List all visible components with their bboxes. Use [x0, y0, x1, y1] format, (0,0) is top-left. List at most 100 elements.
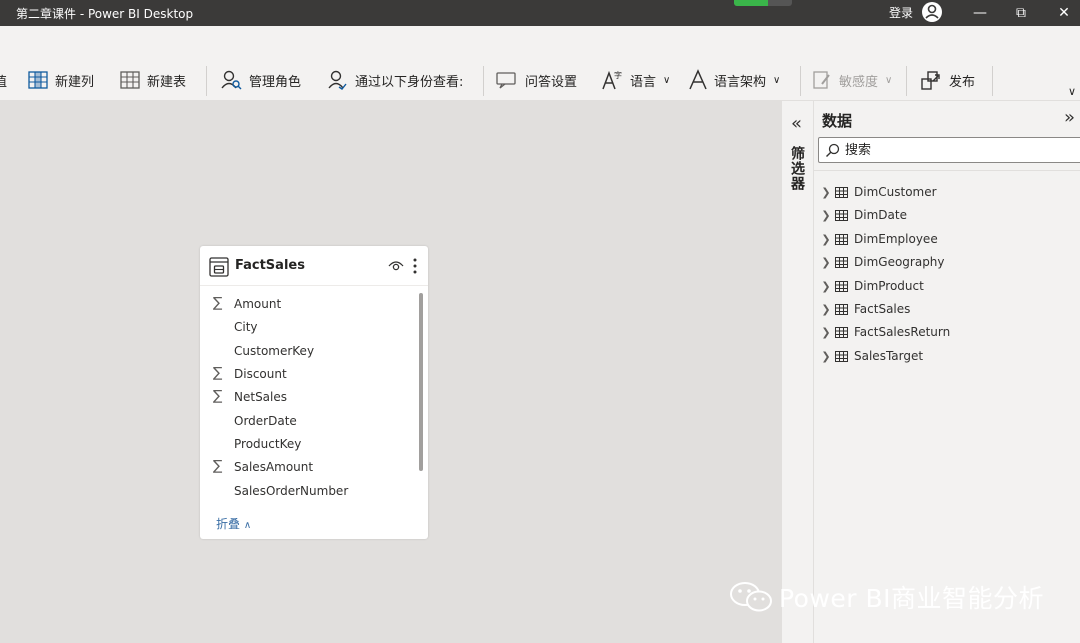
- chevron-right-icon[interactable]: ❯: [820, 280, 832, 293]
- table-icon: [209, 257, 229, 277]
- minimize-button[interactable]: —: [962, 0, 998, 26]
- table-grid-icon: [835, 233, 848, 245]
- close-button[interactable]: ✕: [1046, 0, 1080, 26]
- chevron-right-icon[interactable]: ❯: [820, 186, 832, 199]
- table-list-item[interactable]: ❯ DimDate: [820, 204, 1070, 226]
- field-row[interactable]: ProductKey: [200, 433, 420, 456]
- table-grid-icon: [835, 186, 848, 198]
- table-grid-icon: [835, 209, 848, 221]
- ribbon-separator: [906, 66, 907, 96]
- field-label: CustomerKey: [234, 344, 315, 358]
- table-list-item[interactable]: ❯ DimEmployee: [820, 228, 1070, 250]
- field-row[interactable]: CustomerKey: [200, 340, 420, 363]
- view-as-label: 通过以下身份查看:: [355, 74, 464, 90]
- eye-icon[interactable]: [388, 260, 404, 272]
- table-list-label: DimGeography: [854, 255, 945, 269]
- expand-filters-icon[interactable]: «: [791, 113, 802, 134]
- search-box[interactable]: [818, 137, 1080, 163]
- table-list-label: DimDate: [854, 208, 907, 222]
- sensitivity-icon: [813, 71, 830, 89]
- data-pane: 数据 » ❯ DimCustomer ❯ DimDate ❯ DimEmploy…: [814, 101, 1080, 643]
- new-table-icon: [120, 71, 140, 89]
- chevron-right-icon[interactable]: ❯: [820, 303, 832, 316]
- search-icon: [826, 143, 840, 157]
- view-as-button[interactable]: 通过以下身份查看:: [326, 67, 463, 93]
- filters-pane-collapsed[interactable]: « 筛选器: [781, 101, 814, 643]
- field-row[interactable]: City: [200, 316, 420, 339]
- table-list-label: FactSalesReturn: [854, 325, 951, 339]
- field-label: SalesAmount: [234, 460, 314, 474]
- table-list-item[interactable]: ❯ DimGeography: [820, 251, 1070, 273]
- field-row[interactable]: ∑ NetSales: [200, 386, 420, 409]
- table-list-item[interactable]: ❯ DimCustomer: [820, 181, 1070, 203]
- ribbon-collapse-icon[interactable]: ∨: [1068, 85, 1076, 98]
- collapse-data-pane-icon[interactable]: »: [1064, 107, 1075, 128]
- publish-button[interactable]: 发布: [920, 67, 975, 93]
- publish-label: 发布: [949, 74, 976, 90]
- chevron-right-icon[interactable]: ❯: [820, 233, 832, 246]
- restore-button[interactable]: ⧉: [1003, 0, 1039, 26]
- language-button[interactable]: 字 语言 ∨: [601, 67, 670, 93]
- language-label: 语言: [630, 74, 657, 90]
- chevron-up-icon: ∧: [243, 520, 252, 531]
- publish-icon: [921, 71, 940, 90]
- linguistic-schema-icon: [689, 69, 707, 90]
- new-column-button[interactable]: 新建列: [28, 67, 94, 93]
- manage-roles-label: 管理角色: [249, 74, 302, 90]
- linguistic-schema-label: 语言架构: [714, 74, 767, 90]
- chevron-right-icon[interactable]: ❯: [820, 209, 832, 222]
- new-column-icon: [28, 71, 48, 89]
- sigma-icon: ∑: [213, 365, 223, 381]
- chevron-down-icon: ∨: [773, 74, 781, 86]
- ribbon-separator: [800, 66, 801, 96]
- field-row[interactable]: ∑ Amount: [200, 293, 420, 316]
- qa-setup-button[interactable]: 问答设置: [496, 67, 577, 93]
- chevron-right-icon[interactable]: ❯: [820, 350, 832, 363]
- chevron-right-icon[interactable]: ❯: [820, 256, 832, 269]
- table-list-item[interactable]: ❯ DimProduct: [820, 275, 1070, 297]
- field-label: SalesOrderNumber: [234, 484, 349, 498]
- table-card-factsales[interactable]: FactSales ∑ Amount City CustomerKey ∑ Di…: [200, 246, 428, 539]
- table-list-item[interactable]: ❯ FactSales: [820, 298, 1070, 320]
- field-row[interactable]: ∑ Discount: [200, 363, 420, 386]
- field-row[interactable]: OrderDate: [200, 410, 420, 433]
- title-bar: 第二章课件 - Power BI Desktop 登录 — ⧉ ✕: [0, 0, 1080, 26]
- wechat-logo-icon: [730, 582, 772, 612]
- user-avatar-icon[interactable]: [921, 1, 943, 23]
- sensitivity-label: 敏感度: [839, 74, 879, 90]
- table-list-item[interactable]: ❯ SalesTarget: [820, 345, 1070, 367]
- ribbon: 值 新建列 新建表 管理角色 通过以下身份查看: 问答设置 字 语言 ∨ 语言架…: [0, 26, 1080, 101]
- chevron-down-icon: ∨: [663, 74, 671, 86]
- sensitivity-button[interactable]: 敏感度 ∨: [812, 67, 892, 93]
- new-table-button[interactable]: 新建表: [120, 67, 186, 93]
- sign-in-button[interactable]: 登录: [889, 4, 913, 21]
- table-grid-icon: [835, 256, 848, 268]
- table-grid-icon: [835, 303, 848, 315]
- table-list-label: SalesTarget: [854, 349, 924, 363]
- collapse-card-button[interactable]: 折叠 ∧: [216, 515, 251, 532]
- table-list-item[interactable]: ❯ FactSalesReturn: [820, 321, 1070, 343]
- search-input[interactable]: [845, 141, 1075, 159]
- new-column-label: 新建列: [55, 74, 95, 90]
- linguistic-schema-button[interactable]: 语言架构 ∨: [689, 67, 780, 93]
- manage-roles-icon: [221, 70, 242, 90]
- field-row[interactable]: ∑ SalesAmount: [200, 456, 420, 479]
- table-grid-icon: [835, 350, 848, 362]
- divider: [814, 170, 1080, 171]
- sigma-icon: ∑: [213, 388, 223, 404]
- field-row[interactable]: SalesOrderNumber: [200, 480, 420, 503]
- table-grid-icon: [835, 326, 848, 338]
- field-label: City: [234, 320, 258, 334]
- sigma-icon: ∑: [213, 295, 223, 311]
- ribbon-separator: [483, 66, 484, 96]
- field-list-scrollbar[interactable]: [419, 293, 423, 471]
- chevron-right-icon[interactable]: ❯: [820, 326, 832, 339]
- watermark-text: Power BI商业智能分析: [779, 584, 1045, 613]
- ribbon-partial-button[interactable]: 值: [0, 67, 7, 93]
- filters-pane-label[interactable]: 筛选器: [787, 146, 807, 191]
- table-card-header[interactable]: FactSales: [200, 246, 428, 286]
- more-options-icon[interactable]: [413, 258, 417, 274]
- sigma-icon: ∑: [213, 458, 223, 474]
- manage-roles-button[interactable]: 管理角色: [220, 67, 301, 93]
- ribbon-partial-label: 值: [0, 74, 8, 90]
